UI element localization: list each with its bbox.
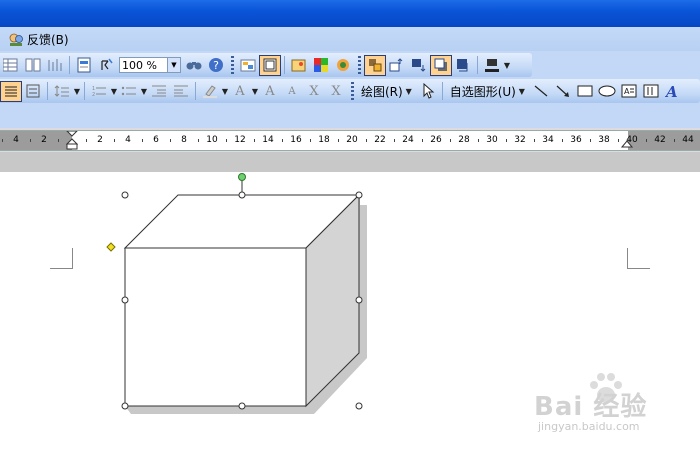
handle-middle-left[interactable] [121,296,129,304]
rotation-handle[interactable] [238,173,246,181]
handle-top-left[interactable] [121,191,129,199]
adjust-handle[interactable] [106,242,116,252]
handle-bottom-right[interactable] [355,402,363,410]
handle-bottom-left[interactable] [121,402,129,410]
watermark-brand: Bai 经验 [534,392,648,422]
handle-top-right[interactable] [355,191,363,199]
watermark-url: jingyan.baidu.com [538,420,640,433]
handle-top-middle[interactable] [238,191,246,199]
handle-middle-right[interactable] [355,296,363,304]
cube-front-face[interactable] [124,247,307,407]
handle-bottom-middle[interactable] [238,402,246,410]
